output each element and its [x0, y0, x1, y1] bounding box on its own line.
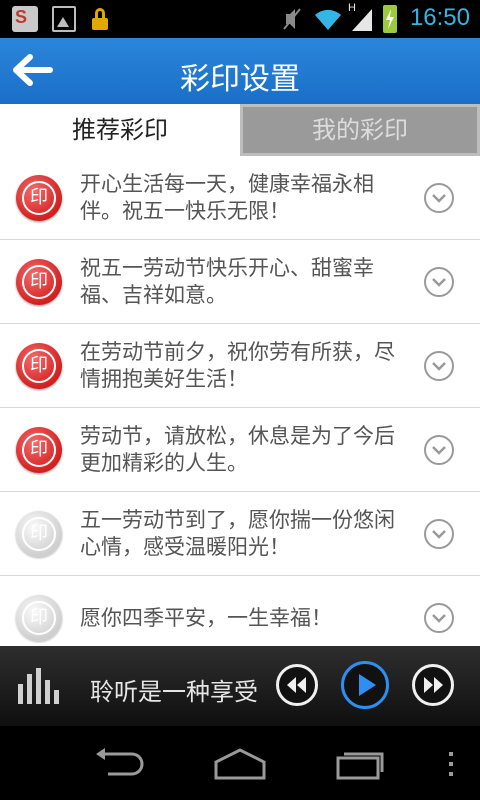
stamp-icon[interactable]: 印: [16, 427, 62, 473]
recent-apps-icon[interactable]: [332, 746, 388, 784]
message-list: 印 开心生活每一天，健康幸福永相伴。祝五一快乐无限！ 印 祝五一劳动节快乐开心、…: [0, 156, 480, 646]
list-item-text: 在劳动节前夕，祝你劳有所获，尽情拥抱美好生活！: [80, 340, 395, 391]
lock-icon: [92, 6, 108, 32]
list-item-text: 愿你四季平安，一生幸福！: [80, 606, 332, 630]
player-track-text: 聆听是一种享受: [90, 678, 258, 706]
status-time: 16:50: [409, 4, 470, 31]
list-item-text: 劳动节，请放松，休息是为了今后更加精彩的人生。: [80, 424, 395, 475]
list-item[interactable]: 印 开心生活每一天，健康幸福永相伴。祝五一快乐无限！: [0, 156, 480, 240]
system-nav-bar: [0, 726, 480, 800]
list-item-text: 五一劳动节到了，愿你揣一份悠闲心情，感受温暖阳光！: [80, 508, 395, 559]
stamp-icon[interactable]: 印: [16, 343, 62, 389]
list-item[interactable]: 印 劳动节，请放松，休息是为了今后更加精彩的人生。: [0, 408, 480, 492]
play-icon: [359, 674, 376, 696]
equalizer-icon: [18, 668, 66, 704]
play-button[interactable]: [341, 661, 389, 709]
stamp-icon[interactable]: 印: [16, 595, 62, 641]
home-icon[interactable]: [212, 746, 268, 784]
list-item-text: 开心生活每一天，健康幸福永相伴。祝五一快乐无限！: [80, 172, 374, 223]
tab-bar: 推荐彩印 我的彩印: [0, 104, 480, 156]
page-title: 彩印设置: [180, 62, 300, 97]
stamp-icon[interactable]: 印: [16, 259, 62, 305]
audio-player: 聆听是一种享受: [0, 646, 480, 726]
chevron-down-icon[interactable]: [424, 435, 454, 465]
rewind-button[interactable]: [276, 664, 318, 706]
list-item-text: 祝五一劳动节快乐开心、甜蜜幸福、吉祥如意。: [80, 256, 374, 307]
stamp-icon[interactable]: 印: [16, 175, 62, 221]
mute-icon: [283, 6, 301, 32]
tab-mine[interactable]: 我的彩印: [240, 104, 480, 156]
signal-icon: H: [348, 2, 374, 32]
status-bar: H 16:50: [0, 0, 480, 38]
network-type-label: H: [348, 2, 356, 14]
fast-forward-icon: [424, 677, 443, 693]
tab-recommended[interactable]: 推荐彩印: [0, 104, 240, 156]
back-icon[interactable]: [92, 746, 146, 784]
gallery-icon: [52, 6, 76, 32]
stamp-icon[interactable]: 印: [16, 511, 62, 557]
rewind-icon: [287, 677, 306, 693]
list-item[interactable]: 印 在劳动节前夕，祝你劳有所获，尽情拥抱美好生活！: [0, 324, 480, 408]
menu-icon[interactable]: [446, 750, 456, 782]
list-item[interactable]: 印 愿你四季平安，一生幸福！: [0, 576, 480, 646]
battery-charging-icon: [383, 5, 397, 33]
chevron-down-icon[interactable]: [424, 351, 454, 381]
chevron-down-icon[interactable]: [424, 267, 454, 297]
list-item[interactable]: 印 祝五一劳动节快乐开心、甜蜜幸福、吉祥如意。: [0, 240, 480, 324]
app-header: 彩印设置: [0, 38, 480, 104]
chevron-down-icon[interactable]: [424, 603, 454, 633]
chevron-down-icon[interactable]: [424, 519, 454, 549]
app-notification-icon: [12, 6, 38, 32]
chevron-down-icon[interactable]: [424, 183, 454, 213]
wifi-icon: [314, 6, 342, 32]
list-item[interactable]: 印 五一劳动节到了，愿你揣一份悠闲心情，感受温暖阳光！: [0, 492, 480, 576]
fast-forward-button[interactable]: [412, 664, 454, 706]
